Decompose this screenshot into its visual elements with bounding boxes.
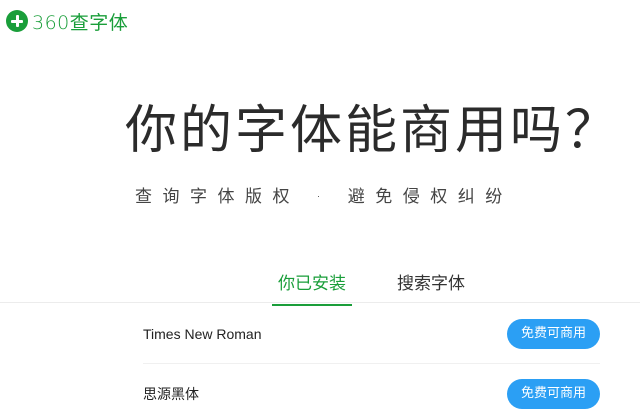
logo[interactable]: 360查字体 [6,8,128,34]
tab-bar: 你已安装 搜索字体 [0,265,640,306]
tab-search-fonts[interactable]: 搜索字体 [397,269,465,305]
tab-installed[interactable]: 你已安装 [272,269,352,306]
plus-cross-icon [6,10,28,32]
font-row[interactable]: Times New Roman 免费可商用 [143,305,600,364]
font-row[interactable]: 思源黑体 免费可商用 [143,364,600,420]
hero-title: 你的字体能商用吗？ [124,101,620,161]
license-badge[interactable]: 免费可商用 [506,378,600,409]
font-name: Times New Roman [143,326,262,342]
logo-text: 360查字体 [32,11,129,34]
font-name: 思源黑体 [143,385,199,402]
license-badge[interactable]: 免费可商用 [506,319,600,349]
font-list: Times New Roman 免费可商用 思源黑体 免费可商用 [143,305,600,420]
hero-subtitle: 查询字体版权 · 避免侵权纠纷 [135,187,513,207]
